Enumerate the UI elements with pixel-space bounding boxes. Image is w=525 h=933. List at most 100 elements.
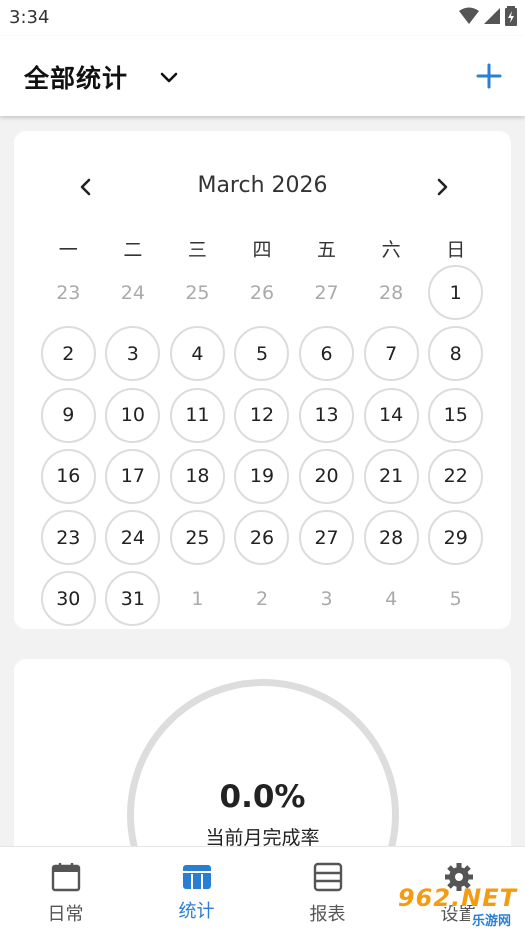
watermark-text: 962.NET	[397, 884, 517, 912]
weekday-label: 五	[317, 239, 337, 261]
calendar-day-other-month: 4	[385, 587, 398, 610]
calendar-day[interactable]: 30	[40, 571, 96, 627]
calendar-day-other-month: 27	[314, 281, 339, 304]
calendar-day[interactable]: 10	[105, 387, 161, 443]
calendar-cell: 1	[423, 262, 488, 323]
calendar-cell: 2	[36, 323, 101, 384]
calendar-cell: 6	[294, 323, 359, 384]
status-bar: 3:34	[0, 0, 525, 36]
next-month-button[interactable]	[430, 175, 454, 199]
nav-label-stats: 统计	[178, 901, 215, 922]
calendar-cell: 21	[359, 446, 424, 507]
calendar-cell: 9	[36, 385, 101, 446]
calendar-icon	[51, 863, 80, 892]
calendar-cell: 25	[165, 507, 230, 568]
calendar-day[interactable]: 25	[169, 510, 225, 566]
calendar-day[interactable]: 16	[40, 448, 96, 504]
calendar-day[interactable]: 14	[363, 387, 419, 443]
nav-item-daily[interactable]: 日常	[0, 847, 131, 933]
calendar-day[interactable]: 28	[363, 510, 419, 566]
calendar-cell: 3	[294, 568, 359, 629]
calendar-day[interactable]: 12	[234, 387, 290, 443]
calendar-cell: 23	[36, 262, 101, 323]
battery-icon	[505, 6, 517, 26]
watermark-logo: 962.NET 乐游网	[387, 880, 517, 929]
chevron-down-icon[interactable]	[157, 66, 181, 90]
calendar-day-other-month: 3	[320, 587, 333, 610]
calendar-day[interactable]: 18	[169, 448, 225, 504]
calendar-day[interactable]: 7	[363, 326, 419, 382]
calendar-day[interactable]: 6	[299, 326, 355, 382]
calendar-day[interactable]: 31	[105, 571, 161, 627]
calendar-cell: 4	[165, 323, 230, 384]
calendar-cell: 22	[423, 446, 488, 507]
calendar-day[interactable]: 26	[234, 510, 290, 566]
watermark-subtext: 乐游网	[469, 910, 513, 929]
calendar-cell: 24	[101, 507, 166, 568]
nav-label-report: 报表	[309, 904, 346, 925]
signal-icon	[484, 8, 500, 24]
nav-item-report[interactable]: 报表	[262, 847, 393, 933]
calendar-card: March 2026 一二三四五六日 23 24 25 26 27 28 1 2 3 4 5 6 7 8 9…	[14, 131, 511, 629]
calendar-cell: 31	[101, 568, 166, 629]
calendar-day[interactable]: 29	[428, 510, 484, 566]
calendar-cell: 25	[165, 262, 230, 323]
calendar-day[interactable]: 3	[105, 326, 161, 382]
calendar-cell: 4	[359, 568, 424, 629]
calendar-cell: 14	[359, 385, 424, 446]
calendar-day[interactable]: 17	[105, 448, 161, 504]
wifi-icon	[459, 7, 479, 24]
calendar-cell: 16	[36, 446, 101, 507]
calendar-day-other-month: 26	[249, 281, 275, 304]
calendar-cell: 2	[230, 568, 295, 629]
calendar-cell: 11	[165, 385, 230, 446]
calendar-day[interactable]: 8	[428, 326, 484, 382]
nav-item-stats[interactable]: 统计	[131, 847, 262, 933]
calendar-cell: 7	[359, 323, 424, 384]
calendar-day[interactable]: 1	[428, 265, 484, 320]
weekday-label: 一	[58, 239, 78, 261]
calendar-grid: 23 24 25 26 27 28 1 2 3 4 5 6 7 8 9 10 11 12 13 14 15 16 17 18 1…	[36, 262, 488, 630]
calendar-day-other-month: 24	[120, 281, 145, 304]
weekday-label: 四	[252, 239, 272, 261]
calendar-day-other-month: 5	[449, 587, 462, 610]
weekday-label: 二	[123, 239, 143, 261]
weekday-label: 日	[446, 239, 466, 261]
calendar-day[interactable]: 5	[234, 326, 290, 382]
calendar-day[interactable]: 20	[299, 448, 355, 504]
page-title[interactable]: 全部统计	[24, 59, 128, 95]
calendar-cell: 12	[230, 385, 295, 446]
calendar-day[interactable]: 2	[40, 326, 96, 382]
calendar-day-other-month: 2	[255, 587, 269, 610]
calendar-day[interactable]: 27	[299, 510, 355, 566]
calendar-cell: 5	[423, 568, 488, 629]
calendar-day[interactable]: 13	[299, 387, 355, 443]
calendar-cell: 27	[294, 262, 359, 323]
calendar-cell: 19	[230, 446, 295, 507]
calendar-day[interactable]: 19	[234, 448, 290, 504]
weekday-label: 六	[381, 239, 401, 261]
calendar-day-other-month: 25	[185, 281, 210, 304]
stats-icon	[182, 865, 211, 889]
calendar-cell: 28	[359, 507, 424, 568]
calendar-cell: 15	[423, 385, 488, 446]
calendar-cell: 5	[230, 323, 295, 384]
calendar-day[interactable]: 4	[169, 326, 225, 382]
calendar-day[interactable]: 24	[105, 510, 161, 566]
calendar-cell: 3	[101, 323, 166, 384]
calendar-cell: 30	[36, 568, 101, 629]
calendar-cell: 10	[101, 385, 166, 446]
weekday-label: 三	[187, 239, 207, 261]
calendar-cell: 24	[101, 262, 166, 323]
add-button[interactable]	[475, 62, 503, 90]
calendar-day[interactable]: 21	[363, 448, 419, 504]
calendar-cell: 28	[359, 262, 424, 323]
calendar-day[interactable]: 11	[169, 387, 225, 443]
calendar-cell: 26	[230, 262, 295, 323]
calendar-day[interactable]: 15	[428, 387, 484, 443]
calendar-day[interactable]: 23	[40, 510, 96, 566]
calendar-day[interactable]: 9	[40, 387, 96, 443]
status-time: 3:34	[9, 7, 50, 28]
calendar-day[interactable]: 22	[428, 448, 484, 504]
calendar-cell: 23	[36, 507, 101, 568]
